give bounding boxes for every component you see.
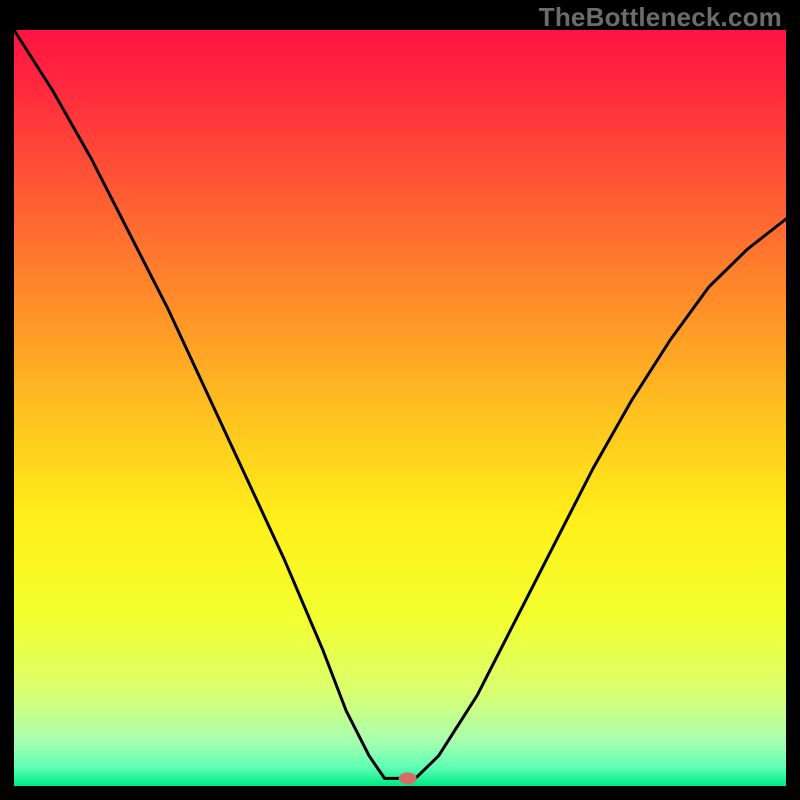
plot-area	[14, 30, 786, 786]
watermark-text: TheBottleneck.com	[539, 2, 782, 33]
bottleneck-chart	[14, 30, 786, 786]
chart-frame: TheBottleneck.com	[0, 0, 800, 800]
optimal-marker	[399, 772, 417, 784]
gradient-background	[14, 30, 786, 786]
